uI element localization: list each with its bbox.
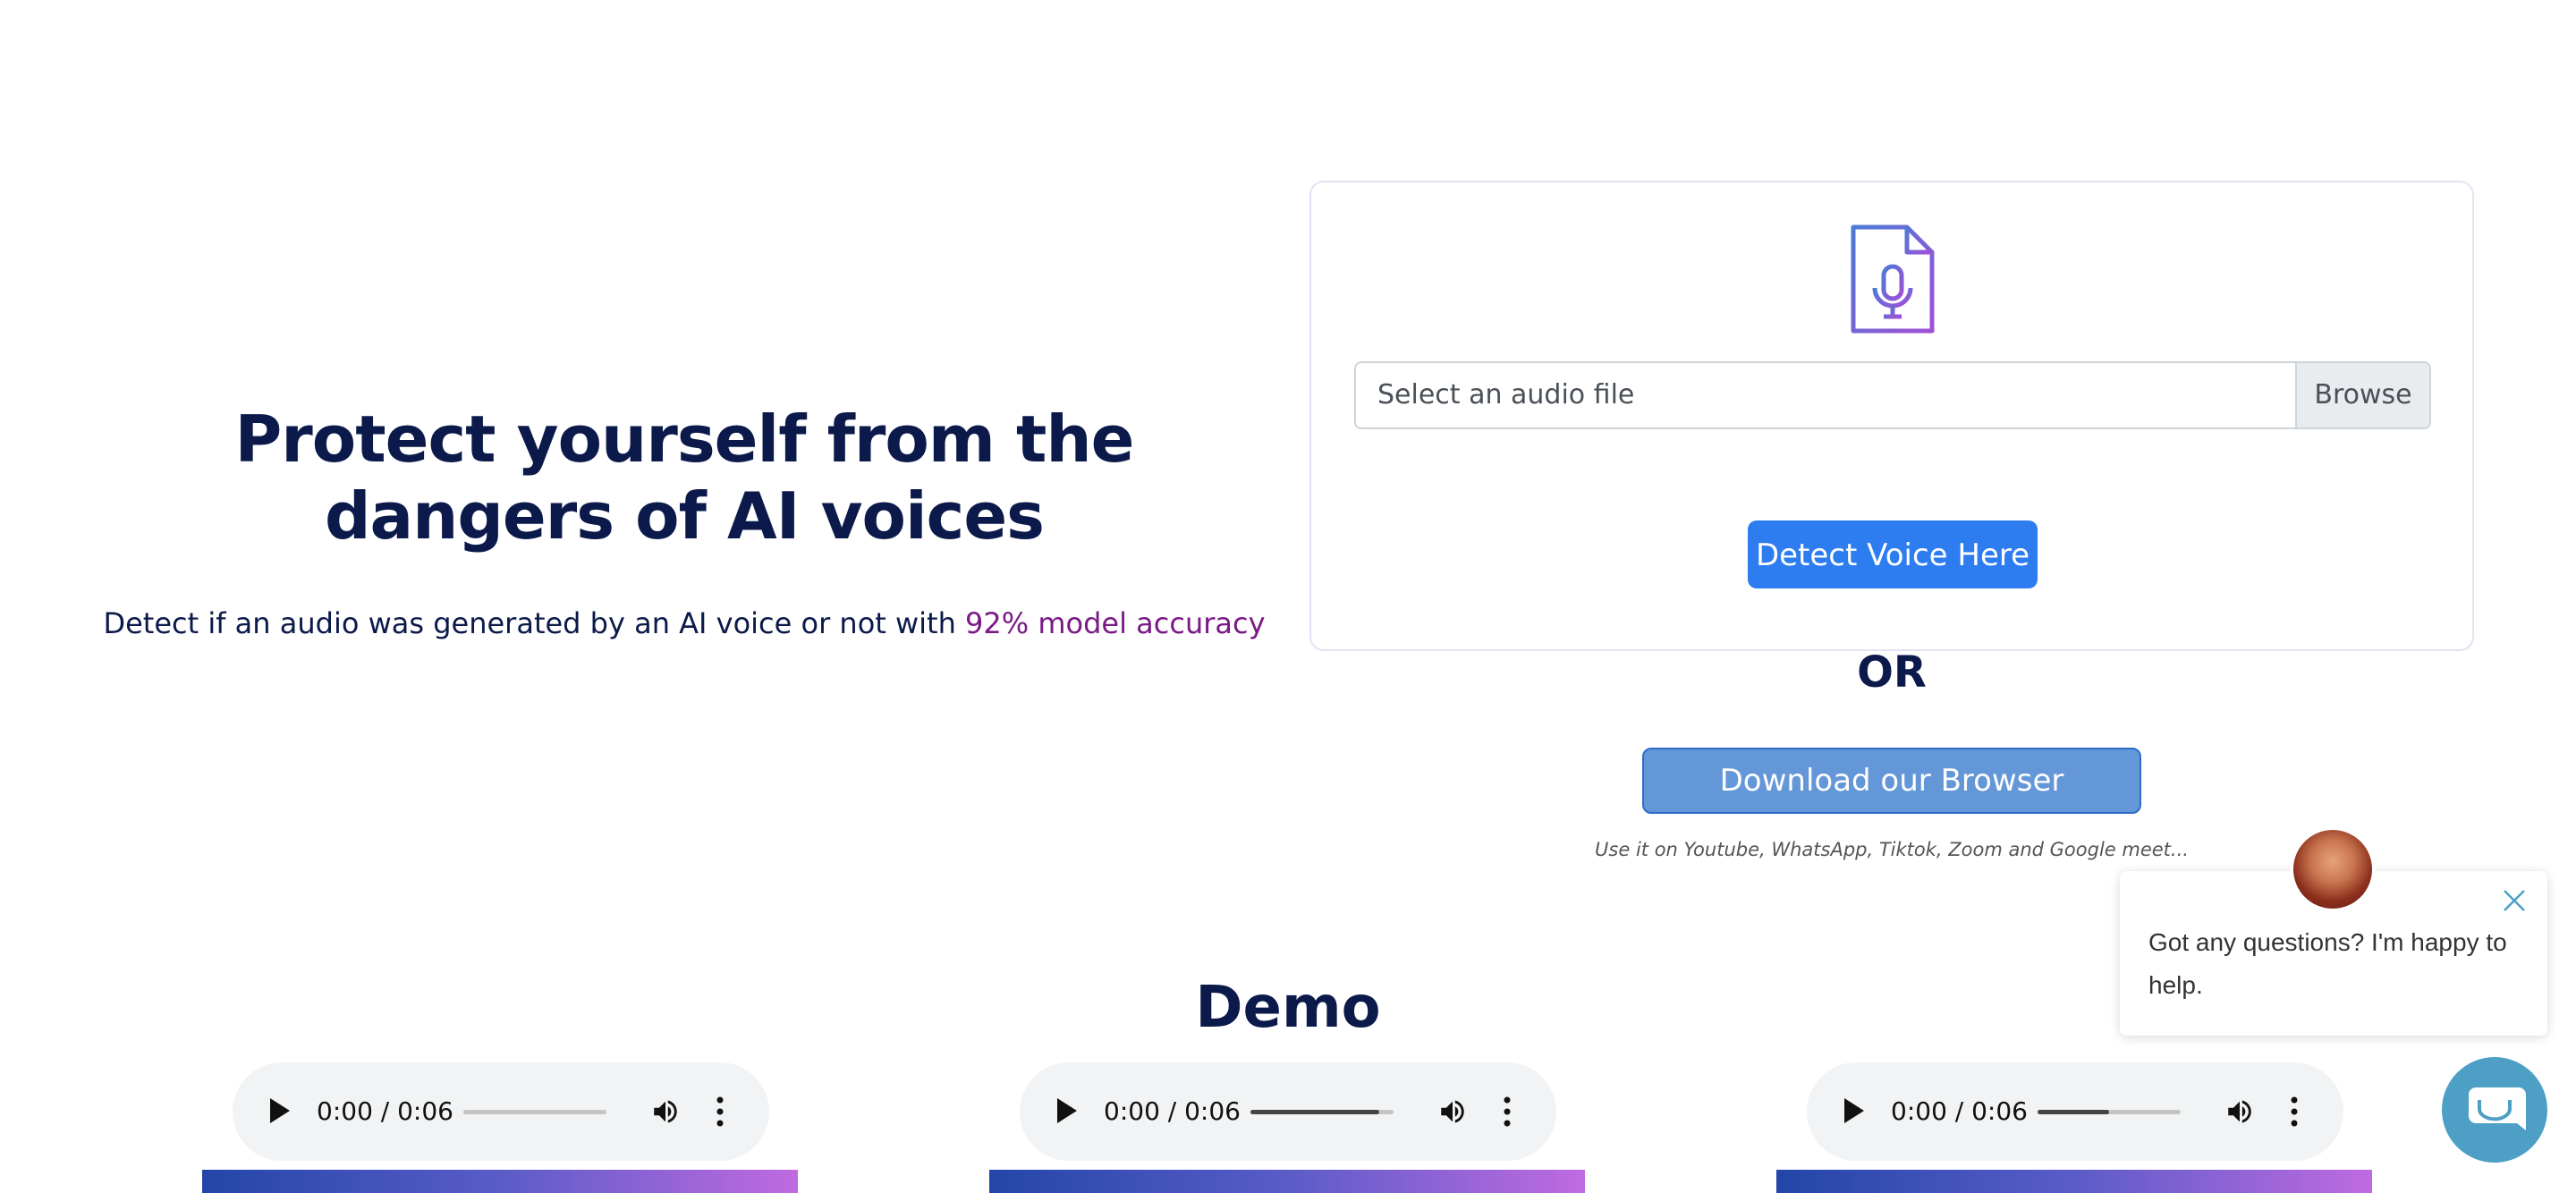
play-icon[interactable] [1844, 1098, 1864, 1123]
volume-icon[interactable] [2224, 1096, 2256, 1127]
volume-icon[interactable] [1436, 1096, 1469, 1127]
download-extension-button[interactable]: Download our Browser Extension [1642, 748, 2141, 861]
hero-subtitle: Detect if an audio was generated by an A… [89, 606, 1279, 640]
seek-bar[interactable] [2038, 1110, 2181, 1114]
detect-voice-button[interactable]: Detect Voice Here [1748, 520, 2038, 588]
demo-thumbnail [989, 1170, 1585, 1193]
avatar [2290, 826, 2376, 912]
accuracy-highlight: 92% model accuracy [965, 606, 1266, 640]
file-input-placeholder[interactable]: Select an audio file [1356, 363, 2295, 427]
audio-player[interactable]: 0:00 / 0:06 [1020, 1062, 1556, 1161]
hero-title: Protect yourself from the dangers of AI … [234, 402, 1135, 554]
audio-file-input[interactable]: Select an audio file Browse [1354, 361, 2431, 429]
chat-launcher-button[interactable] [2442, 1057, 2547, 1163]
more-options-icon[interactable] [2290, 1095, 2299, 1129]
close-icon[interactable] [2501, 887, 2528, 914]
browse-button[interactable]: Browse [2295, 363, 2429, 427]
seek-bar[interactable] [463, 1110, 606, 1114]
microphone-file-icon [1851, 224, 1935, 334]
play-icon[interactable] [270, 1098, 290, 1123]
hero-subtitle-text: Detect if an audio was generated by an A… [103, 606, 966, 640]
time-display: 0:00 / 0:06 [1891, 1096, 2028, 1126]
play-icon[interactable] [1057, 1098, 1077, 1123]
demo-thumbnail [1776, 1170, 2372, 1193]
seek-progress [1250, 1110, 1379, 1114]
or-divider: OR [1857, 647, 1927, 698]
seek-bar[interactable] [1250, 1110, 1394, 1114]
audio-player[interactable]: 0:00 / 0:06 [1807, 1062, 2343, 1161]
time-display: 0:00 / 0:06 [1104, 1096, 1241, 1126]
audio-player[interactable]: 0:00 / 0:06 [233, 1062, 769, 1161]
time-display: 0:00 / 0:06 [317, 1096, 453, 1126]
more-options-icon[interactable] [716, 1095, 724, 1129]
chat-icon [2469, 1087, 2526, 1130]
chat-message: Got any questions? I'm happy to help. [2148, 928, 2507, 999]
upload-card: Select an audio file Browse Detect Voice… [1309, 181, 2474, 651]
seek-progress [2038, 1110, 2109, 1114]
more-options-icon[interactable] [1503, 1095, 1512, 1129]
demo-thumbnail [202, 1170, 798, 1193]
volume-icon[interactable] [649, 1096, 682, 1127]
